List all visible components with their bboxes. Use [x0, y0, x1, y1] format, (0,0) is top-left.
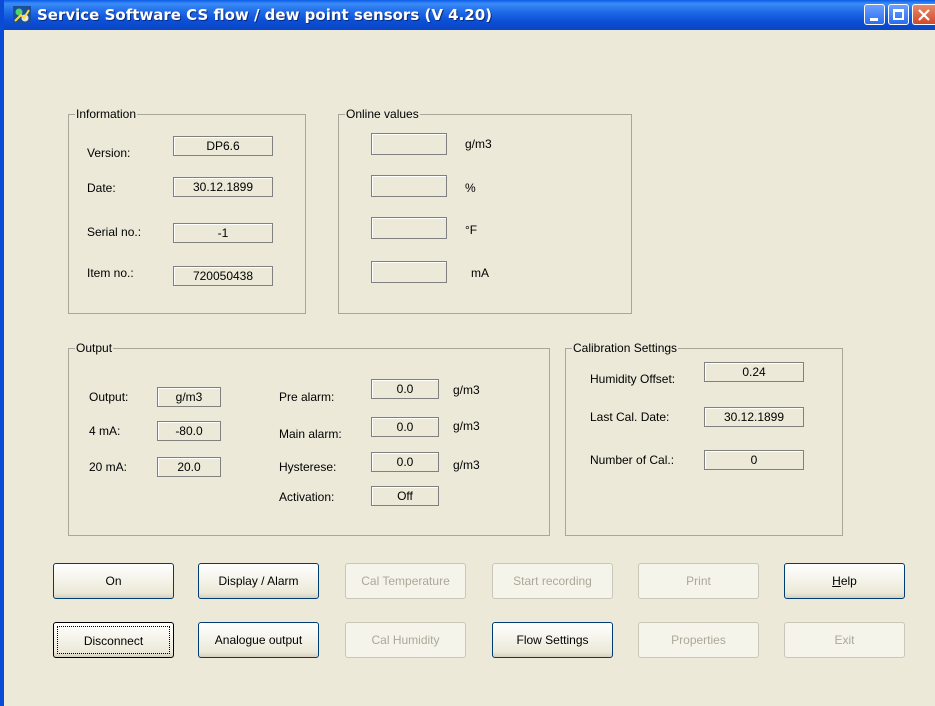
app-icon — [13, 6, 31, 24]
date-label: Date: — [87, 181, 116, 195]
main-alarm-unit: g/m3 — [453, 419, 480, 433]
exit-button[interactable]: Exit — [784, 622, 905, 658]
20ma-label: 20 mA: — [89, 460, 128, 474]
serial-no-label: Serial no.: — [87, 225, 142, 239]
help-mnemonic: H — [832, 574, 841, 588]
help-label-rest: elp — [840, 574, 857, 588]
output-unit-field: g/m3 — [157, 387, 221, 407]
version-label: Version: — [87, 146, 131, 160]
title-bar[interactable]: Service Software CS flow / dew point sen… — [4, 0, 935, 30]
maximize-icon — [893, 9, 904, 20]
on-button[interactable]: On — [53, 563, 174, 599]
online-unit-label: °F — [465, 223, 478, 237]
online-unit-label: mA — [471, 266, 489, 280]
humidity-offset-label: Humidity Offset: — [590, 372, 676, 386]
output-unit-label: Output: — [89, 390, 129, 404]
pre-alarm-label: Pre alarm: — [279, 390, 335, 404]
analogue-output-button[interactable]: Analogue output — [198, 622, 319, 658]
main-window: Service Software CS flow / dew point sen… — [0, 0, 935, 706]
online-unit-label: g/m3 — [465, 137, 492, 151]
last-cal-date-label: Last Cal. Date: — [590, 410, 670, 424]
minimize-button[interactable] — [864, 4, 885, 25]
information-group: Information Version: DP6.6 Date: 30.12.1… — [68, 107, 306, 314]
cal-humidity-button[interactable]: Cal Humidity — [345, 622, 466, 658]
start-recording-button[interactable]: Start recording — [492, 563, 613, 599]
online-value-field — [371, 261, 447, 283]
minimize-icon — [870, 18, 878, 21]
hysterese-label: Hysterese: — [279, 460, 337, 474]
last-cal-date-field: 30.12.1899 — [704, 407, 804, 427]
number-of-cal-field: 0 — [704, 450, 804, 470]
hysterese-field: 0.0 — [371, 452, 439, 472]
main-alarm-label: Main alarm: — [279, 427, 342, 441]
maximize-button[interactable] — [888, 4, 909, 25]
online-unit-label: % — [465, 181, 476, 195]
online-value-field — [371, 217, 447, 239]
4ma-field: -80.0 — [157, 421, 221, 441]
online-values-group: Online values g/m3 % °F mA — [338, 107, 632, 314]
date-field: 30.12.1899 — [173, 177, 273, 197]
output-group-label: Output — [75, 341, 114, 355]
pre-alarm-field: 0.0 — [371, 379, 439, 399]
version-field: DP6.6 — [173, 136, 273, 156]
item-no-label: Item no.: — [87, 266, 134, 280]
item-no-field: 720050438 — [173, 266, 273, 286]
cal-temperature-button[interactable]: Cal Temperature — [345, 563, 466, 599]
activation-label: Activation: — [279, 490, 335, 504]
close-icon — [918, 9, 930, 21]
serial-no-field: -1 — [173, 223, 273, 243]
close-button[interactable] — [912, 4, 935, 25]
disconnect-button[interactable]: Disconnect — [53, 622, 174, 658]
print-button[interactable]: Print — [638, 563, 759, 599]
properties-button[interactable]: Properties — [638, 622, 759, 658]
online-values-group-label: Online values — [345, 107, 420, 121]
main-alarm-field: 0.0 — [371, 417, 439, 437]
information-group-label: Information — [75, 107, 138, 121]
display-alarm-button[interactable]: Display / Alarm — [198, 563, 319, 599]
window-title: Service Software CS flow / dew point sen… — [37, 6, 493, 24]
20ma-field: 20.0 — [157, 457, 221, 477]
output-group: Output Output: g/m3 4 mA: -80.0 20 mA: 2… — [68, 341, 550, 536]
pre-alarm-unit: g/m3 — [453, 383, 480, 397]
humidity-offset-field: 0.24 — [704, 362, 804, 382]
help-button[interactable]: Help — [784, 563, 905, 599]
online-value-field — [371, 133, 447, 155]
calibration-settings-group: Calibration Settings Humidity Offset: 0.… — [565, 341, 843, 536]
hysterese-unit: g/m3 — [453, 458, 480, 472]
4ma-label: 4 mA: — [89, 424, 121, 438]
number-of-cal-label: Number of Cal.: — [590, 453, 675, 467]
online-value-field — [371, 175, 447, 197]
activation-field: Off — [371, 486, 439, 506]
flow-settings-button[interactable]: Flow Settings — [492, 622, 613, 658]
disconnect-button-label: Disconnect — [57, 626, 170, 654]
calibration-settings-group-label: Calibration Settings — [572, 341, 679, 355]
